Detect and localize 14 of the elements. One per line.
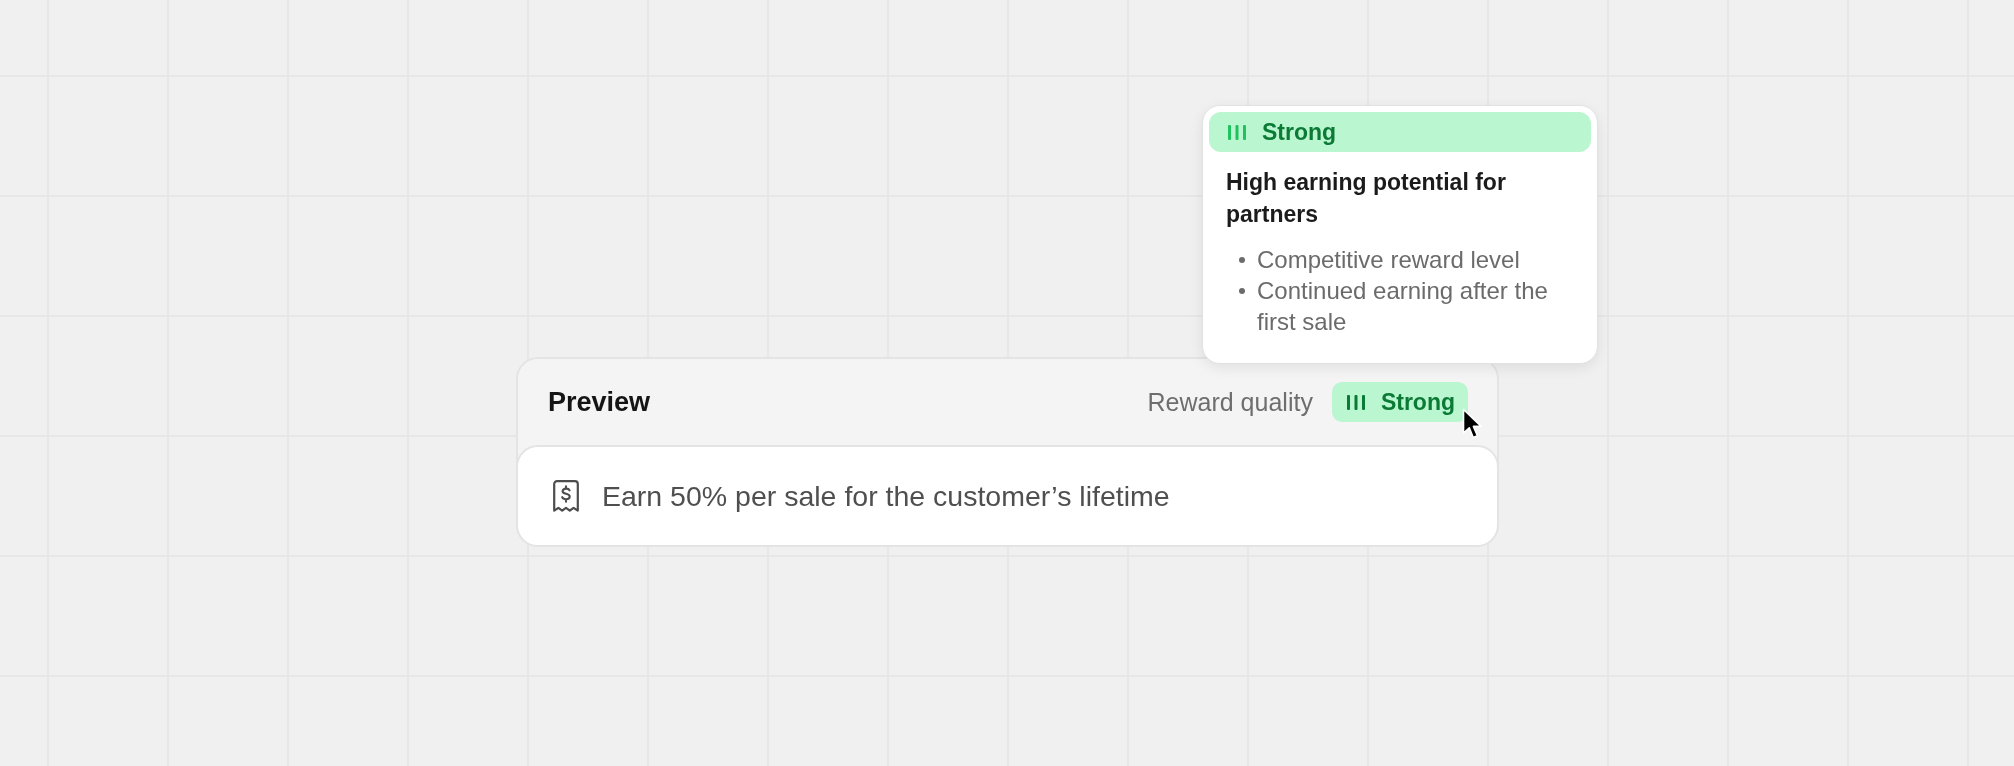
- mouse-pointer-icon: [1462, 408, 1483, 440]
- bullet-text: Continued earning after the first sale: [1257, 276, 1549, 337]
- bars-icon: [1346, 394, 1365, 410]
- bullet-icon: [1239, 257, 1245, 263]
- reward-quality-label: Reward quality: [1147, 387, 1313, 417]
- bullet-text: Competitive reward level: [1257, 245, 1521, 275]
- strength-label: Strong: [1262, 118, 1337, 146]
- receipt-dollar-icon: [553, 480, 579, 512]
- tooltip-heading: High earning potential for partners: [1226, 168, 1507, 229]
- reward-message: Earn 50% per sale for the customer’s lifetime: [602, 479, 1170, 513]
- preview-title: Preview: [548, 386, 651, 418]
- bars-icon: [1228, 124, 1246, 140]
- quality-badge[interactable]: Strong: [1331, 382, 1468, 422]
- bullet-icon: [1239, 288, 1245, 294]
